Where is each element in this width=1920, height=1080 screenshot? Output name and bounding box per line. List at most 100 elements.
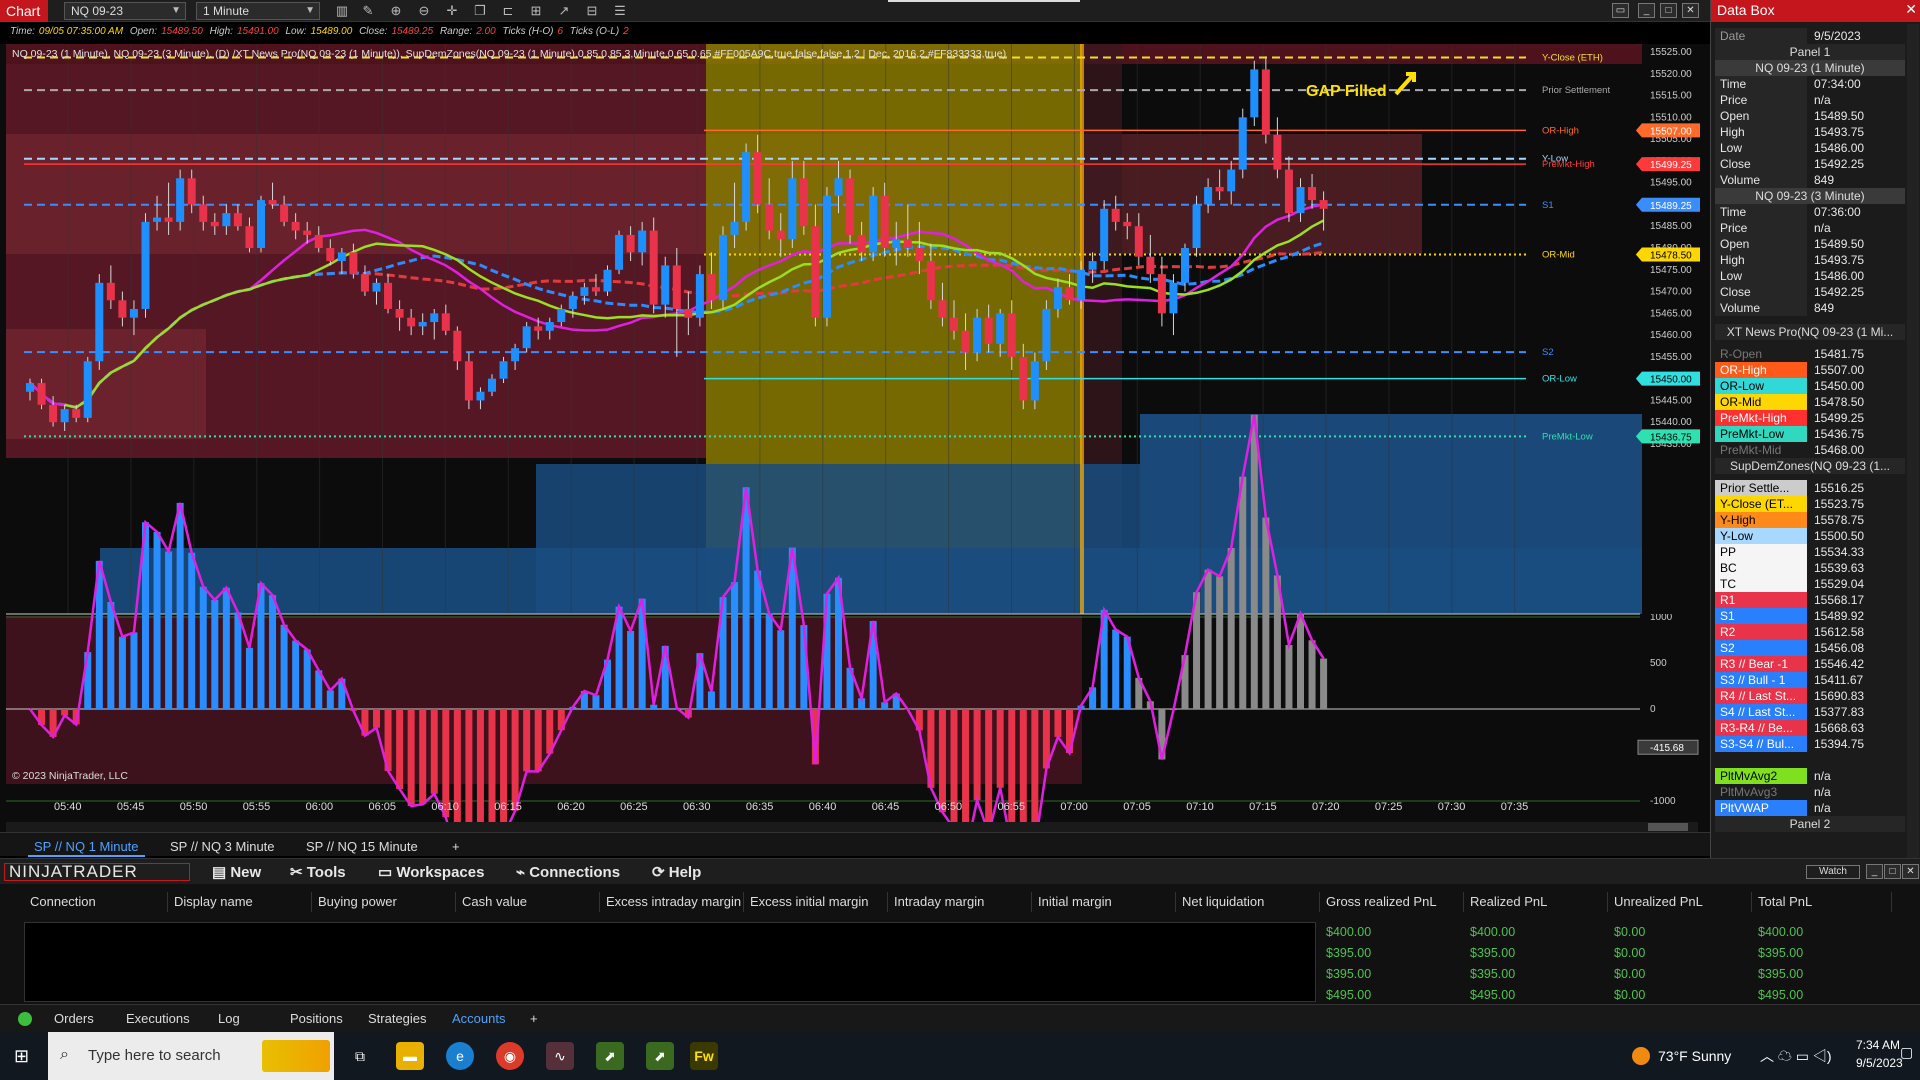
minimize-button[interactable]: _ [1866,864,1883,879]
tile-icon[interactable]: ▭ [1612,3,1629,18]
weather-text[interactable]: 73°F Sunny [1658,1048,1731,1064]
menu-connections[interactable]: ⌁ Connections [516,863,620,881]
crosshair-icon[interactable]: ✛ [442,2,462,20]
clock-date[interactable]: 9/5/2023 [1856,1056,1903,1070]
interval-selector[interactable]: 1 Minute ▼ [196,2,320,20]
column-header[interactable]: Realized PnL [1464,892,1608,912]
oscillator-bar [777,630,785,709]
databox-value: 15499.25 [1814,411,1865,425]
add-tab-button[interactable]: + [446,837,466,857]
column-header[interactable]: Unrealized PnL [1608,892,1752,912]
databox-row: Open 15489.50 [1715,236,1905,252]
databox-key: Prior Settle... [1715,480,1807,496]
maximize-button[interactable]: □ [1884,864,1901,879]
column-header[interactable]: Connection [24,892,168,912]
candle [141,213,150,318]
databox-scrollbar[interactable] [1907,24,1919,858]
pnl-cell: $395.00 [1470,967,1516,981]
tray-icons[interactable]: ︿ ☁ ▭ ◁) [1760,1046,1832,1066]
time-tick-label: 05:55 [243,801,271,813]
tab-nq-3-minute[interactable]: SP // NQ 3 Minute [164,837,281,857]
column-header[interactable]: Cash value [456,892,600,912]
watch-button[interactable]: Watch [1806,865,1860,879]
ninjatrader-taskbar-icon[interactable]: ∿ [546,1042,574,1070]
windows-start-icon[interactable]: ⊞ [14,1046,29,1067]
chart-window-tab[interactable]: Chart [0,0,48,22]
template-icon[interactable]: ⊏ [498,2,518,20]
notification-icon[interactable]: ▢ [1900,1044,1913,1061]
minimize-button[interactable]: _ [1638,3,1655,18]
tab-executions[interactable]: Executions [126,1011,190,1026]
maximize-button[interactable]: □ [1660,3,1677,18]
price-tick-label: 15510.00 [1650,112,1692,123]
column-header[interactable]: Buying power [312,892,456,912]
menu-tools[interactable]: ✂ Tools [290,863,346,881]
column-header[interactable]: Initial margin [1032,892,1176,912]
databox-key: High [1715,252,1807,268]
copy-icon[interactable]: ❐ [470,2,490,20]
databox-row: R3 // Bear -1 15546.42 [1715,656,1905,672]
connection-status-icon [18,1012,32,1026]
connections-icon: ⌁ [516,864,530,881]
databox-row: S1 15489.92 [1715,608,1905,624]
pencil-icon[interactable]: ✎ [358,2,378,20]
databox-key: OR-Low [1715,378,1807,394]
level-price-tag-text: 15436.75 [1650,432,1692,443]
price-chart[interactable]: Y-Close (ETH) Prior Settlement OR-High 1550… [0,44,1710,832]
time-tick-label: 06:40 [809,801,837,813]
column-header[interactable]: Excess initial margin [744,892,888,912]
candle [257,195,265,253]
menu-workspaces[interactable]: ▭ Workspaces [378,863,484,881]
time-tick-label: 07:20 [1312,801,1340,813]
column-header[interactable]: Intraday margin [888,892,1032,912]
tab-orders[interactable]: Orders [54,1011,94,1026]
strategies-icon[interactable]: ↗ [554,2,574,20]
pnl-cell: $395.00 [1758,967,1804,981]
tab-strategies[interactable]: Strategies [368,1011,427,1026]
databox-section-header: XT News Pro(NQ 09-23 (1 Mi... [1715,324,1905,340]
level-price-tag: 15507.00 [1636,123,1700,138]
column-header[interactable]: Excess intraday margin [600,892,744,912]
menu-help[interactable]: ⟳ Help [652,863,701,881]
clock-time[interactable]: 7:34 AM [1856,1038,1900,1052]
ticks-ol-value: 2 [623,26,629,37]
add-tab-button[interactable]: + [530,1011,538,1026]
candle [822,187,831,327]
app-icon-1[interactable]: ⬈ [596,1042,624,1070]
file-explorer-icon[interactable]: ▬ [396,1042,424,1070]
tab-nq-15-minute[interactable]: SP // NQ 15 Minute [300,837,424,857]
column-header[interactable]: Net liquidation [1176,892,1320,912]
fireworks-icon[interactable]: Fw [690,1042,718,1070]
list-icon[interactable]: ☰ [610,2,630,20]
close-button[interactable]: ✕ [1682,3,1699,18]
column-header[interactable]: Total PnL [1752,892,1892,912]
zoom-in-icon[interactable]: ⊕ [386,2,406,20]
databox-row: Price n/a [1715,220,1905,236]
horizontal-scrollbar[interactable] [6,822,1698,832]
oscillator-bar [465,709,473,832]
databox-value: 15534.33 [1814,545,1865,559]
indicators-icon[interactable]: ⊞ [526,2,546,20]
tab-positions[interactable]: Positions [290,1011,343,1026]
app-icon-2[interactable]: ⬈ [646,1042,674,1070]
chrome-icon[interactable]: ◉ [496,1042,524,1070]
bar-type-icon[interactable]: ▥ [332,2,352,20]
column-header[interactable]: Display name [168,892,312,912]
tab-accounts[interactable]: Accounts [452,1011,505,1026]
properties-icon[interactable]: ⊟ [582,2,602,20]
tab-nq-1-minute[interactable]: SP // NQ 1 Minute [28,837,145,857]
scrollbar-thumb[interactable] [1648,823,1688,831]
level-label: OR-Mid [1542,250,1575,261]
column-header[interactable]: Gross realized PnL [1320,892,1464,912]
menu-new[interactable]: ▤ New [212,863,261,881]
oscillator-bar [1320,658,1328,709]
close-icon[interactable]: ✕ [1905,1,1917,18]
zoom-out-icon[interactable]: ⊖ [414,2,434,20]
instrument-selector[interactable]: NQ 09-23 ▼ [64,2,186,20]
databox-row: High 15493.75 [1715,124,1905,140]
edge-icon[interactable]: e [446,1042,474,1070]
task-view-icon[interactable]: ⧉ [346,1042,374,1070]
time-tick-label: 07:00 [1060,801,1088,813]
tab-log[interactable]: Log [218,1011,240,1026]
close-button[interactable]: ✕ [1902,864,1919,879]
